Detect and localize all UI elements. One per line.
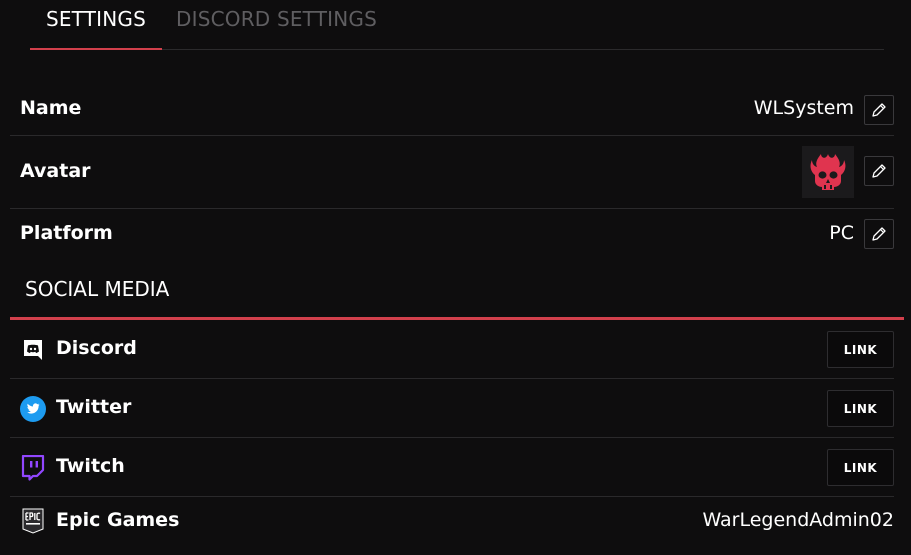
setting-row-name: Name WLSystem (10, 84, 894, 136)
social-row-discord: Discord LINK (10, 320, 894, 379)
avatar-label: Avatar (20, 160, 91, 182)
tab-bar: SETTINGS DISCORD SETTINGS (30, 0, 884, 50)
social-media-heading: SOCIAL MEDIA (25, 277, 170, 301)
link-twitter-button[interactable]: LINK (827, 390, 894, 427)
social-row-twitch: Twitch LINK (10, 438, 894, 497)
twitter-label: Twitter (56, 396, 132, 418)
pencil-icon (872, 164, 886, 178)
social-row-twitter: Twitter LINK (10, 379, 894, 438)
social-row-epic-games: Epic Games WarLegendAdmin02 (10, 497, 894, 547)
link-twitch-button[interactable]: LINK (827, 449, 894, 486)
platform-value: PC (829, 222, 854, 244)
setting-row-avatar: Avatar (10, 136, 894, 209)
platform-label: Platform (20, 222, 113, 244)
pencil-icon (872, 227, 886, 241)
flaming-skull-avatar-icon (810, 154, 846, 190)
edit-platform-button[interactable] (864, 219, 894, 249)
twitch-icon (20, 455, 46, 481)
setting-row-platform: Platform PC (10, 209, 894, 261)
epic-games-icon (20, 508, 46, 534)
name-value: WLSystem (753, 97, 854, 119)
epic-games-label: Epic Games (56, 509, 180, 531)
discord-label: Discord (56, 337, 137, 359)
tab-settings[interactable]: SETTINGS (30, 6, 162, 50)
discord-icon (20, 337, 46, 363)
twitch-label: Twitch (56, 455, 125, 477)
pencil-icon (872, 103, 886, 117)
twitter-icon (20, 396, 46, 422)
edit-avatar-button[interactable] (864, 156, 894, 186)
epic-games-username: WarLegendAdmin02 (702, 509, 894, 531)
edit-name-button[interactable] (864, 95, 894, 125)
settings-panel: SETTINGS DISCORD SETTINGS Name WLSystem … (0, 0, 911, 555)
link-discord-button[interactable]: LINK (827, 331, 894, 368)
avatar (802, 146, 854, 198)
name-label: Name (20, 97, 82, 119)
tab-discord-settings[interactable]: DISCORD SETTINGS (176, 6, 377, 49)
